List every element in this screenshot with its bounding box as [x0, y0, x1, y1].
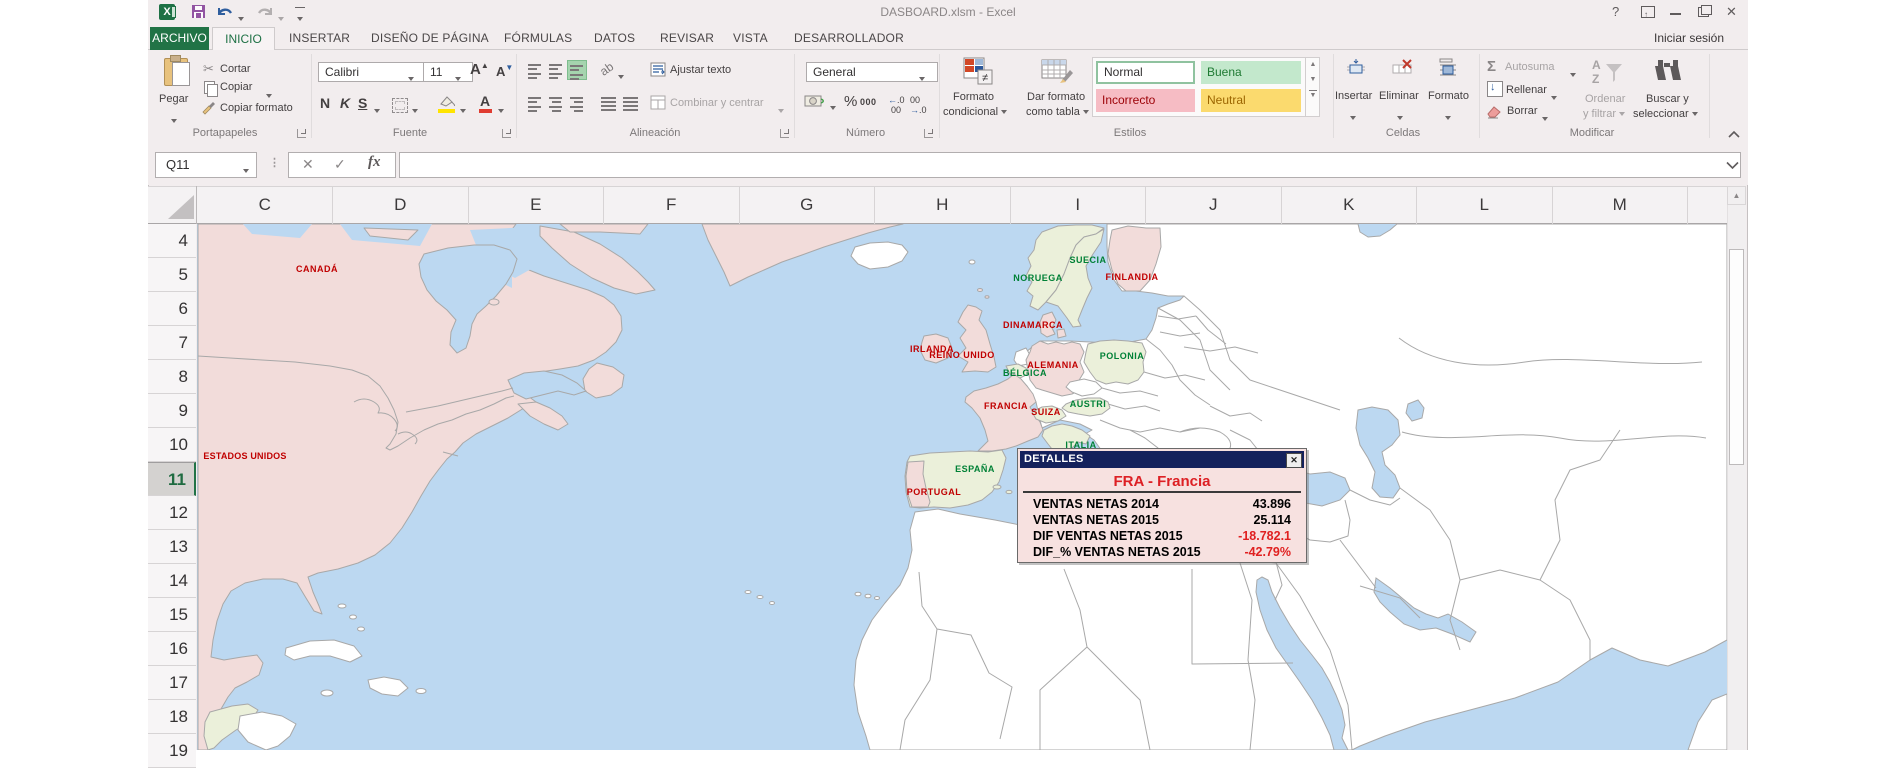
svg-text:NORUEGA: NORUEGA	[1013, 273, 1063, 283]
svg-text:≠: ≠	[982, 72, 988, 84]
svg-text:ALEMANIA: ALEMANIA	[1027, 360, 1079, 370]
svg-text:ESTADOS UNIDOS: ESTADOS UNIDOS	[203, 451, 286, 461]
svg-text:SUECIA: SUECIA	[1069, 255, 1106, 265]
svg-text:FINLANDIA: FINLANDIA	[1106, 272, 1159, 282]
svg-text:DINAMARCA: DINAMARCA	[1003, 320, 1063, 330]
svg-text:AUSTRI: AUSTRI	[1070, 399, 1107, 409]
svg-text:SUIZA: SUIZA	[1031, 407, 1061, 417]
svg-text:REINO UNIDO: REINO UNIDO	[929, 350, 995, 360]
svg-text:FRANCIA: FRANCIA	[984, 401, 1028, 411]
svg-text:ESPAÑA: ESPAÑA	[955, 464, 995, 474]
svg-text:CANADÁ: CANADÁ	[296, 264, 338, 274]
svg-text:POLONIA: POLONIA	[1100, 351, 1145, 361]
svg-text:PORTUGAL: PORTUGAL	[907, 487, 962, 497]
